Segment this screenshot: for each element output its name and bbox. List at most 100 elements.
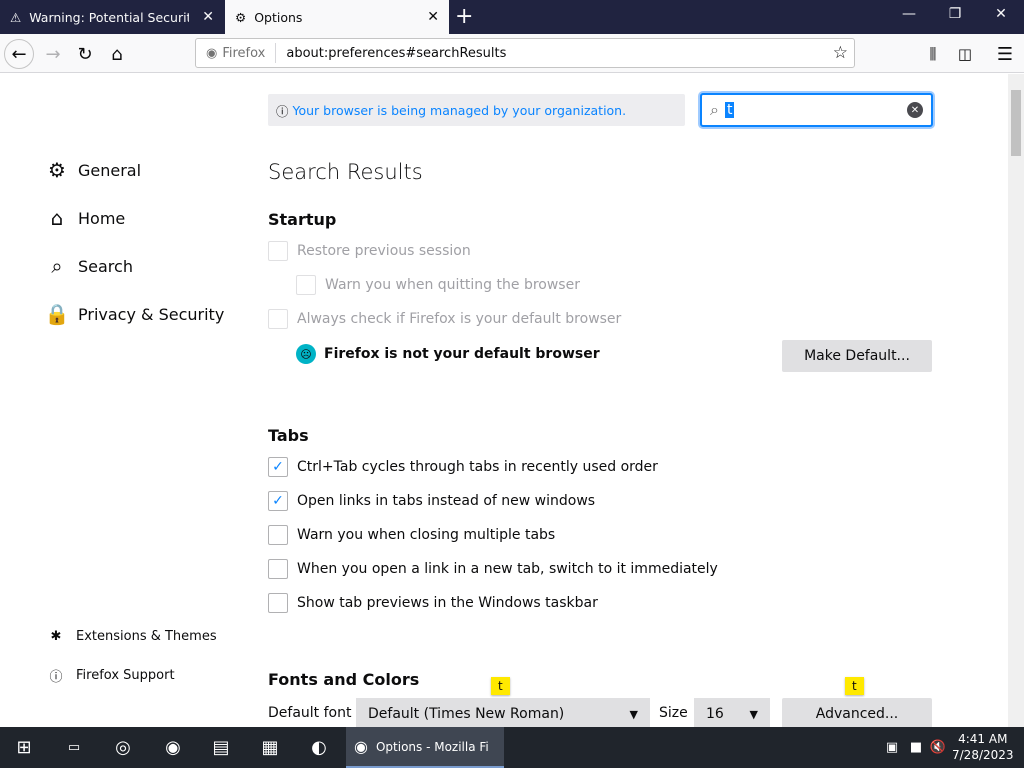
library-icon[interactable]: ⫼ [918,39,948,69]
preferences-search-input[interactable]: ⌕ t ✕ [700,93,933,127]
sidebar-item-label: Privacy & Security [78,304,225,324]
star-icon[interactable]: ☆ [833,43,848,63]
sidebar-item-home[interactable]: ⌂ Home [44,206,126,230]
section-heading-fonts: Fonts and Colors [268,670,420,689]
tab-previews-checkbox[interactable]: Show tab previews in the Windows taskbar [268,593,598,613]
tab-strip: ⚠ Warning: Potential Security Risk Ahead… [0,0,1024,34]
checkbox-label: Show tab previews in the Windows taskbar [297,595,598,611]
sad-face-icon: ☹ [296,344,316,364]
chevron-down-icon: ▼ [749,707,758,721]
make-default-button[interactable]: Make Default... [782,340,932,372]
switch-to-new-tab-checkbox[interactable]: When you open a link in a new tab, switc… [268,559,718,579]
checkbox-box[interactable] [268,559,288,579]
close-window-button[interactable]: ✕ [978,6,1024,22]
footer-link-label: Firefox Support [76,668,175,683]
minimize-button[interactable]: — [886,6,932,22]
back-button[interactable]: ← [4,39,34,69]
sidebar-icon[interactable]: ◫ [950,39,980,69]
default-browser-status: ☹ Firefox is not your default browser [296,344,600,364]
font-size-select[interactable]: 16 ▼ [694,698,770,727]
policy-notice[interactable]: ⓘ Your browser is being managed by your … [268,94,685,126]
close-tab-icon[interactable]: ✕ [202,9,214,25]
footer-link-label: Extensions & Themes [76,629,217,644]
tab-options[interactable]: ⚙ Options ✕ [225,0,449,34]
default-font-label: Default font [268,705,352,721]
sidebar-item-general[interactable]: ⚙ General [44,158,141,182]
terminal-icon[interactable]: ▭ [56,731,92,764]
open-links-in-tabs-checkbox[interactable]: ✓ Open links in tabs instead of new wind… [268,491,595,511]
forward-button[interactable]: → [38,39,68,69]
start-button[interactable]: ⊞ [6,731,42,764]
warn-quit-checkbox[interactable]: Warn you when quitting the browser [296,275,580,295]
restore-button[interactable]: ❐ [932,6,978,22]
info-icon: ⓘ [276,103,289,119]
firefox-icon[interactable]: ◉ [155,731,191,764]
puzzle-icon: ✱ [50,629,62,644]
gear-icon: ⚙ [235,9,247,25]
firefox-icon: ◉ [206,45,218,61]
tab-title: Warning: Potential Security Risk Ahead [29,9,190,25]
scrollbar-thumb[interactable] [1011,90,1021,156]
warn-close-tabs-checkbox[interactable]: Warn you when closing multiple tabs [268,525,555,545]
default-browser-text: Firefox is not your default browser [324,346,600,362]
preferences-page: ⚙ General ⌂ Home ⌕ Search 🔒 Privacy & Se… [0,74,1008,727]
help-icon: ⓘ [49,670,63,685]
always-check-default-checkbox[interactable]: Always check if Firefox is your default … [268,309,621,329]
restore-session-checkbox[interactable]: Restore previous session [268,241,471,261]
new-tab-button[interactable]: + [455,4,473,29]
section-heading-startup: Startup [268,210,337,229]
firefox-support-link[interactable]: ⓘ Firefox Support [46,666,175,685]
checkbox-box[interactable] [268,309,288,329]
chrome-icon[interactable]: ◎ [105,731,141,764]
home-button[interactable]: ⌂ [102,39,132,69]
checkbox-label: Open links in tabs instead of new window… [297,493,596,509]
checkbox-label: When you open a link in a new tab, switc… [297,561,718,577]
section-heading-tabs: Tabs [268,426,309,445]
checkbox-label: Warn you when closing multiple tabs [297,527,556,543]
reload-button[interactable]: ↻ [70,39,100,69]
menu-icon[interactable]: ☰ [990,39,1020,69]
sidebar-item-search[interactable]: ⌕ Search [44,254,133,278]
sidebar-item-privacy[interactable]: 🔒 Privacy & Security [44,302,225,326]
checkbox-box[interactable]: ✓ [268,491,288,511]
tab-security-warning[interactable]: ⚠ Warning: Potential Security Risk Ahead… [0,0,224,34]
search-match-tooltip: t [845,677,864,695]
clear-search-icon[interactable]: ✕ [907,102,923,118]
checkbox-label: Always check if Firefox is your default … [297,311,622,327]
volume-muted-icon[interactable]: 🔇 [920,731,956,764]
paint-icon[interactable]: ◐ [301,731,337,764]
taskbar-app-label: Options - Mozilla Firefox [375,739,488,754]
lock-icon: 🔒 [44,302,70,326]
scrollbar[interactable] [1008,74,1024,727]
checkbox-box[interactable] [268,241,288,261]
clock-time: 4:41 AM [958,732,1008,746]
tab-title: Options [254,9,303,25]
extensions-themes-link[interactable]: ✱ Extensions & Themes [46,629,217,644]
search-match-tooltip: t [491,677,510,695]
checkbox-box[interactable]: ✓ [268,457,288,477]
search-icon: ⌕ [710,100,719,119]
close-tab-icon[interactable]: ✕ [427,9,439,25]
search-icon: ⌕ [51,254,63,278]
advanced-fonts-button[interactable]: Advanced... [782,698,932,727]
checkbox-box[interactable] [268,525,288,545]
identity-box[interactable]: ◉ Firefox [196,43,277,63]
taskbar-active-app[interactable]: ◉ Options - Mozilla Firefox [346,727,504,768]
default-font-select[interactable]: Default (Times New Roman) ▼ [356,698,650,727]
ctrl-tab-checkbox[interactable]: ✓ Ctrl+Tab cycles through tabs in recent… [268,457,658,477]
spreadsheet-icon[interactable]: ▦ [252,731,288,764]
chevron-down-icon: ▼ [629,707,638,721]
sidebar-item-label: Home [78,208,126,228]
policy-notice-text[interactable]: Your browser is being managed by your or… [293,103,627,118]
notepad-icon[interactable]: ▤ [203,731,239,764]
checkbox-label: Ctrl+Tab cycles through tabs in recently… [297,459,658,475]
navigation-toolbar: ← → ↻ ⌂ ◉ Firefox about:preferences#sear… [0,34,1024,73]
url-bar[interactable]: ◉ Firefox about:preferences#searchResult… [195,38,855,68]
checkbox-box[interactable] [268,593,288,613]
url-text[interactable]: about:preferences#searchResults [286,46,506,61]
firefox-icon: ◉ [354,737,368,756]
search-input-value[interactable]: t [724,102,735,118]
select-value: Default (Times New Roman) [368,706,565,722]
checkbox-box[interactable] [296,275,316,295]
system-clock[interactable]: 4:41 AM 7/28/2023 [952,731,1014,763]
